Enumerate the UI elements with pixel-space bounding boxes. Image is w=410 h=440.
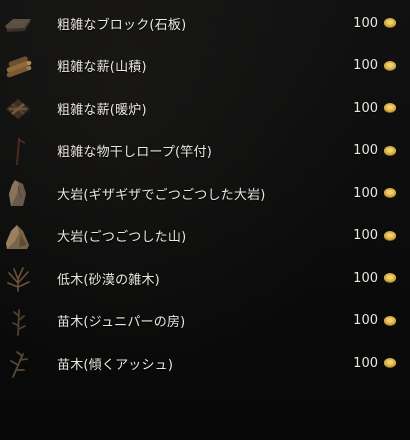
juniper-sapling-icon [3,303,33,339]
item-name: 粗雑な薪(暖炉) [57,102,147,118]
firewood-pile-icon [3,48,33,84]
item-price: 100 [353,228,378,244]
item-price: 100 [353,58,378,74]
coin-icon [383,145,397,157]
item-price: 100 [353,313,378,329]
jagged-boulder-icon [3,175,33,211]
coin-icon [383,230,397,242]
list-item[interactable]: 大岩(ギザギザでごつごつした大岩) 100 [0,172,410,215]
item-name: 粗雑な薪(山積) [57,60,147,76]
item-price: 100 [353,100,378,116]
shop-item-panel: 粗雑なブロック(石板) 100 粗雑な薪(山積) 100 粗雑な薪(暖炉) 10… [0,0,410,440]
shop-item-list: 粗雑なブロック(石板) 100 粗雑な薪(山積) 100 粗雑な薪(暖炉) 10… [0,2,410,385]
item-name: 低木(砂漠の雑木) [57,272,160,288]
list-item[interactable]: 粗雑な薪(山積) 100 [0,45,410,88]
list-item[interactable]: 大岩(ごつごつした山) 100 [0,215,410,258]
coin-icon [383,102,397,114]
leaning-ash-sapling-icon [3,345,33,381]
item-price: 100 [353,185,378,201]
clothesline-pole-icon [3,133,33,169]
desert-shrub-icon [3,260,33,296]
item-name: 大岩(ごつごつした山) [57,230,187,246]
item-price: 100 [353,270,378,286]
coin-icon [383,315,397,327]
list-item[interactable]: 粗雑な薪(暖炉) 100 [0,87,410,130]
coin-icon [383,357,397,369]
item-name: 粗雑な物干しロープ(竿付) [57,145,212,161]
list-item[interactable]: 低木(砂漠の雑木) 100 [0,257,410,300]
coin-icon [383,17,397,29]
list-item[interactable]: 粗雑な物干しロープ(竿付) 100 [0,130,410,173]
list-item[interactable]: 粗雑なブロック(石板) 100 [0,2,410,45]
coin-icon [383,187,397,199]
rocky-mound-icon [3,218,33,254]
item-name: 粗雑なブロック(石板) [57,17,187,33]
fireplace-wood-icon [3,90,33,126]
coin-icon [383,272,397,284]
item-name: 苗木(ジュニパーの房) [57,315,186,331]
stone-slab-icon [3,5,33,41]
item-name: 苗木(傾くアッシュ) [57,357,174,373]
item-price: 100 [353,355,378,371]
coin-icon [383,60,397,72]
item-price: 100 [353,143,378,159]
list-item[interactable]: 苗木(ジュニパーの房) 100 [0,300,410,343]
item-name: 大岩(ギザギザでごつごつした大岩) [57,187,266,203]
list-item[interactable]: 苗木(傾くアッシュ) 100 [0,342,410,385]
item-price: 100 [353,15,378,31]
